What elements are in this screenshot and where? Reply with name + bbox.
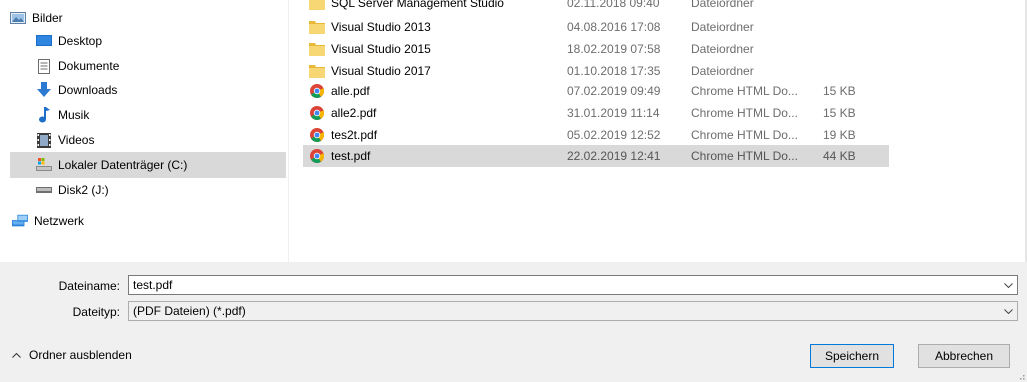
cancel-button[interactable]: Abbrechen: [918, 344, 1010, 368]
file-name: tes2t.pdf: [331, 128, 378, 142]
file-name: Visual Studio 2013: [331, 20, 431, 34]
file-date: 07.02.2019 09:49: [567, 84, 661, 98]
nav-item-musik[interactable]: Musik: [10, 103, 280, 127]
hide-folders-toggle[interactable]: Ordner ausblenden: [12, 348, 132, 362]
filename-label: Dateiname:: [58, 279, 120, 293]
local-drive-icon: [36, 157, 52, 173]
chrome-icon: [309, 105, 325, 121]
chevron-down-icon: [999, 308, 1017, 314]
file-type: Chrome HTML Do...: [691, 149, 798, 163]
file-name: Visual Studio 2017: [331, 64, 431, 78]
nav-item-desktop[interactable]: Desktop: [10, 29, 280, 53]
nav-item-label: Lokaler Datenträger (C:): [58, 158, 188, 172]
file-date: 05.02.2019 12:52: [567, 128, 661, 142]
resize-grip-icon[interactable]: [1015, 370, 1025, 380]
file-row[interactable]: SQL Server Management Studio 02.11.2018 …: [303, 0, 889, 14]
chevron-down-icon[interactable]: [999, 282, 1017, 288]
nav-item-label: Videos: [58, 133, 95, 147]
music-icon: [36, 107, 52, 123]
drive-icon: [36, 182, 52, 198]
file-row[interactable]: Visual Studio 2015 18.02.2019 07:58 Date…: [303, 38, 889, 60]
file-row-selected[interactable]: test.pdf 22.02.2019 12:41 Chrome HTML Do…: [303, 145, 889, 167]
file-type: Dateiordner: [691, 0, 754, 10]
nav-item-label: Downloads: [58, 83, 118, 97]
chevron-up-icon: [12, 352, 21, 358]
file-row[interactable]: alle2.pdf 31.01.2019 11:14 Chrome HTML D…: [303, 102, 889, 124]
file-date: 04.08.2016 17:08: [567, 20, 661, 34]
nav-item-label: Disk2 (J:): [58, 183, 109, 197]
file-name: Visual Studio 2015: [331, 42, 431, 56]
file-size: 19 KB: [823, 128, 856, 142]
nav-item-videos[interactable]: Videos: [10, 128, 280, 152]
nav-item-netzwerk[interactable]: Netzwerk: [0, 209, 270, 233]
dialog-footer: Dateiname: test.pdf Dateityp: (PDF Datei…: [0, 262, 1027, 382]
filetype-label: Dateityp:: [72, 305, 120, 319]
file-name: alle.pdf: [331, 84, 370, 98]
folder-icon: [309, 41, 325, 57]
navigation-pane: Bilder Desktop Dokumente Downloads Musik…: [0, 0, 288, 262]
folder-icon: [309, 63, 325, 79]
filename-value[interactable]: test.pdf: [129, 278, 999, 292]
file-type: Dateiordner: [691, 42, 754, 56]
nav-item-downloads[interactable]: Downloads: [10, 78, 280, 102]
file-name: test.pdf: [331, 149, 371, 163]
file-size: 15 KB: [823, 106, 856, 120]
file-type: Dateiordner: [691, 20, 754, 34]
file-date: 22.02.2019 12:41: [567, 149, 661, 163]
network-icon: [12, 213, 28, 229]
file-type: Chrome HTML Do...: [691, 84, 798, 98]
file-row[interactable]: alle.pdf 07.02.2019 09:49 Chrome HTML Do…: [303, 80, 889, 102]
file-date: 18.02.2019 07:58: [567, 42, 661, 56]
nav-item-label: Dokumente: [58, 59, 120, 73]
nav-item-label: Netzwerk: [34, 214, 85, 228]
filename-field[interactable]: test.pdf: [128, 275, 1018, 295]
nav-item-bilder[interactable]: Bilder: [0, 6, 270, 30]
nav-item-label: Desktop: [58, 34, 103, 48]
file-date: 01.10.2018 17:35: [567, 64, 661, 78]
file-row[interactable]: Visual Studio 2017 01.10.2018 17:35 Date…: [303, 60, 889, 82]
chrome-icon: [309, 127, 325, 143]
file-type: Chrome HTML Do...: [691, 106, 798, 120]
file-type: Dateiordner: [691, 64, 754, 78]
file-row[interactable]: Visual Studio 2013 04.08.2016 17:08 Date…: [303, 16, 889, 38]
nav-item-local-drive[interactable]: Lokaler Datenträger (C:): [10, 152, 286, 178]
file-date: 02.11.2018 09:40: [567, 0, 660, 10]
chrome-icon: [309, 83, 325, 99]
documents-icon: [36, 58, 52, 74]
chrome-icon: [309, 148, 325, 164]
filetype-value: (PDF Dateien) (*.pdf): [133, 304, 246, 318]
pictures-icon: [10, 10, 26, 26]
file-date: 31.01.2019 11:14: [567, 106, 660, 120]
nav-item-label: Musik: [58, 108, 90, 122]
file-name: SQL Server Management Studio: [331, 0, 504, 10]
downloads-icon: [36, 82, 52, 98]
nav-item-disk2[interactable]: Disk2 (J:): [10, 178, 280, 202]
file-size: 15 KB: [823, 84, 856, 98]
videos-icon: [36, 132, 52, 148]
file-list: SQL Server Management Studio 02.11.2018 …: [289, 0, 1027, 262]
nav-item-dokumente[interactable]: Dokumente: [10, 54, 280, 78]
file-size: 44 KB: [823, 149, 856, 163]
folder-icon: [309, 0, 325, 11]
file-row[interactable]: tes2t.pdf 05.02.2019 12:52 Chrome HTML D…: [303, 124, 889, 146]
hide-folders-label: Ordner ausblenden: [29, 348, 132, 362]
file-name: alle2.pdf: [331, 106, 377, 120]
desktop-icon: [36, 33, 52, 49]
nav-item-label: Bilder: [32, 11, 63, 25]
file-type: Chrome HTML Do...: [691, 128, 798, 142]
save-button[interactable]: Speichern: [810, 344, 894, 368]
filetype-select[interactable]: (PDF Dateien) (*.pdf): [128, 301, 1018, 321]
folder-icon: [309, 19, 325, 35]
